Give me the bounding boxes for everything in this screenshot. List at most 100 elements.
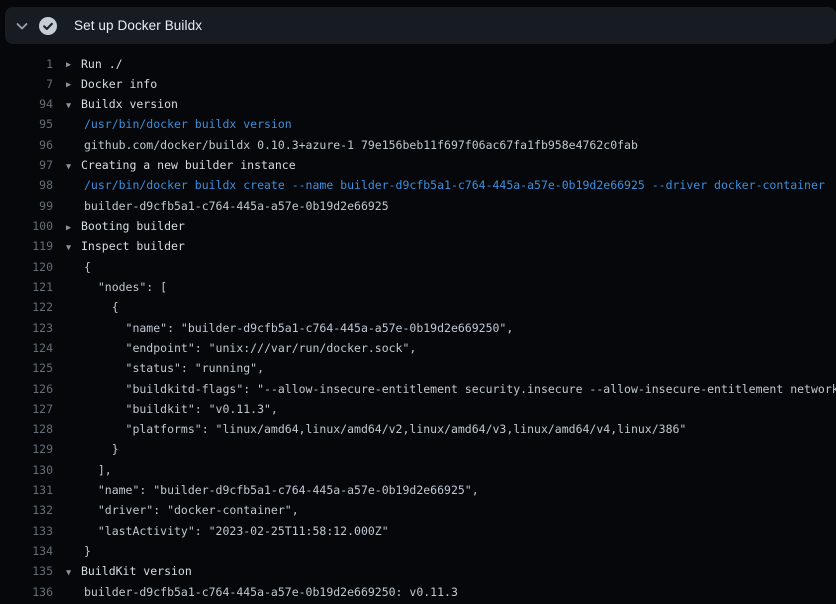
line-number[interactable]: 121 bbox=[0, 277, 53, 297]
line-number[interactable]: 127 bbox=[0, 399, 53, 419]
group-title: Inspect builder bbox=[81, 239, 185, 253]
caret-down-icon[interactable]: ▼ bbox=[66, 563, 81, 582]
chevron-down-icon[interactable] bbox=[5, 18, 39, 34]
line-number[interactable]: 120 bbox=[0, 257, 53, 277]
caret-down-icon[interactable]: ▼ bbox=[66, 96, 81, 115]
group-title: BuildKit version bbox=[81, 564, 192, 578]
log-text: } bbox=[66, 541, 836, 561]
group-title: Run ./ bbox=[81, 57, 123, 71]
log-line[interactable]: 100 ▶Booting builder bbox=[0, 216, 836, 236]
line-number[interactable]: 7 bbox=[0, 74, 53, 94]
caret-right-icon[interactable]: ▶ bbox=[66, 218, 81, 237]
command-text: /usr/bin/docker buildx create --name bui… bbox=[84, 178, 825, 192]
log-text: /usr/bin/docker buildx create --name bui… bbox=[66, 175, 836, 195]
line-number[interactable]: 96 bbox=[0, 135, 53, 155]
line-number[interactable]: 131 bbox=[0, 480, 53, 500]
line-number[interactable]: 130 bbox=[0, 460, 53, 480]
log-line: 136 builder-d9cfb5a1-c764-445a-a57e-0b19d… bbox=[0, 582, 836, 602]
line-number[interactable]: 128 bbox=[0, 419, 53, 439]
output-text: } bbox=[84, 442, 119, 456]
log-text: ], bbox=[66, 460, 836, 480]
log-group-toggle[interactable]: ▶Booting builder bbox=[66, 216, 836, 236]
log-group-toggle[interactable]: ▶Docker info bbox=[66, 74, 836, 94]
caret-down-icon[interactable]: ▼ bbox=[66, 157, 81, 176]
log-group-toggle[interactable]: ▼BuildKit version bbox=[66, 561, 836, 581]
log-text: "status": "running", bbox=[66, 358, 836, 378]
log-text: "driver": "docker-container", bbox=[66, 500, 836, 520]
output-text: ], bbox=[84, 463, 112, 477]
line-number[interactable]: 100 bbox=[0, 216, 53, 236]
line-number[interactable]: 119 bbox=[0, 236, 53, 256]
log-line: 132 "driver": "docker-container", bbox=[0, 500, 836, 520]
line-number[interactable]: 133 bbox=[0, 521, 53, 541]
output-text: github.com/docker/buildx 0.10.3+azure-1 … bbox=[84, 138, 638, 152]
line-number[interactable]: 135 bbox=[0, 561, 53, 581]
output-text: builder-d9cfb5a1-c764-445a-a57e-0b19d2e6… bbox=[84, 199, 389, 213]
chevron-down-icon-svg bbox=[14, 18, 30, 34]
log-text: "name": "builder-d9cfb5a1-c764-445a-a57e… bbox=[66, 480, 836, 500]
log-line[interactable]: 94 ▼Buildx version bbox=[0, 94, 836, 114]
output-text: "name": "builder-d9cfb5a1-c764-445a-a57e… bbox=[84, 483, 479, 497]
output-text: { bbox=[84, 260, 91, 274]
log-line: 96 github.com/docker/buildx 0.10.3+azure-… bbox=[0, 135, 836, 155]
log-line[interactable]: 119 ▼Inspect builder bbox=[0, 236, 836, 256]
line-number[interactable]: 97 bbox=[0, 155, 53, 175]
output-text: "name": "builder-d9cfb5a1-c764-445a-a57e… bbox=[84, 321, 513, 335]
group-title: Creating a new builder instance bbox=[81, 158, 296, 172]
output-text: "buildkitd-flags": "--allow-insecure-ent… bbox=[84, 382, 836, 396]
log-line: 120 { bbox=[0, 257, 836, 277]
line-number[interactable]: 95 bbox=[0, 114, 53, 134]
line-number[interactable]: 134 bbox=[0, 541, 53, 561]
step-header[interactable]: Set up Docker Buildx bbox=[5, 7, 836, 44]
line-number[interactable]: 98 bbox=[0, 175, 53, 195]
line-number[interactable]: 1 bbox=[0, 54, 53, 74]
log-group-toggle[interactable]: ▼Creating a new builder instance bbox=[66, 155, 836, 175]
line-number[interactable]: 126 bbox=[0, 379, 53, 399]
log-body: 1▶Run ./7▶Docker info94▼Buildx version95… bbox=[0, 44, 836, 604]
log-line: 129 } bbox=[0, 439, 836, 459]
log-text: "platforms": "linux/amd64,linux/amd64/v2… bbox=[66, 419, 836, 439]
log-text: "buildkit": "v0.11.3", bbox=[66, 399, 836, 419]
group-title: Buildx version bbox=[81, 97, 178, 111]
output-text: "platforms": "linux/amd64,linux/amd64/v2… bbox=[84, 422, 686, 436]
log-text: } bbox=[66, 439, 836, 459]
output-text: } bbox=[84, 544, 91, 558]
line-number[interactable]: 125 bbox=[0, 358, 53, 378]
log-line: 130 ], bbox=[0, 460, 836, 480]
line-number[interactable]: 136 bbox=[0, 582, 53, 602]
check-circle-icon bbox=[39, 17, 65, 35]
log-line: 121 "nodes": [ bbox=[0, 277, 836, 297]
log-line: 95/usr/bin/docker buildx version bbox=[0, 114, 836, 134]
log-group-toggle[interactable]: ▼Inspect builder bbox=[66, 236, 836, 256]
log-line: 128 "platforms": "linux/amd64,linux/amd6… bbox=[0, 419, 836, 439]
output-text: "endpoint": "unix:///var/run/docker.sock… bbox=[84, 341, 416, 355]
output-text: "buildkit": "v0.11.3", bbox=[84, 402, 278, 416]
line-number[interactable]: 123 bbox=[0, 318, 53, 338]
log-line: 127 "buildkit": "v0.11.3", bbox=[0, 399, 836, 419]
log-text: builder-d9cfb5a1-c764-445a-a57e-0b19d2e6… bbox=[66, 582, 836, 602]
caret-right-icon[interactable]: ▶ bbox=[66, 55, 81, 74]
log-group-toggle[interactable]: ▼Buildx version bbox=[66, 94, 836, 114]
log-text: "endpoint": "unix:///var/run/docker.sock… bbox=[66, 338, 836, 358]
caret-right-icon[interactable]: ▶ bbox=[66, 75, 81, 94]
line-number[interactable]: 124 bbox=[0, 338, 53, 358]
log-line[interactable]: 97 ▼Creating a new builder instance bbox=[0, 155, 836, 175]
line-number[interactable]: 132 bbox=[0, 500, 53, 520]
log-text: "nodes": [ bbox=[66, 277, 836, 297]
log-line[interactable]: 7 ▶Docker info bbox=[0, 74, 836, 94]
log-text: { bbox=[66, 297, 836, 317]
output-text: "nodes": [ bbox=[84, 280, 167, 294]
log-text: "buildkitd-flags": "--allow-insecure-ent… bbox=[66, 379, 836, 399]
line-number[interactable]: 129 bbox=[0, 439, 53, 459]
log-text: "name": "builder-d9cfb5a1-c764-445a-a57e… bbox=[66, 318, 836, 338]
log-line: 134} bbox=[0, 541, 836, 561]
line-number[interactable]: 94 bbox=[0, 94, 53, 114]
log-line[interactable]: 135 ▼BuildKit version bbox=[0, 561, 836, 581]
group-title: Booting builder bbox=[81, 219, 185, 233]
log-group-toggle[interactable]: ▶Run ./ bbox=[66, 54, 836, 74]
log-line: 131 "name": "builder-d9cfb5a1-c764-445a-… bbox=[0, 480, 836, 500]
caret-down-icon[interactable]: ▼ bbox=[66, 238, 81, 257]
line-number[interactable]: 122 bbox=[0, 297, 53, 317]
line-number[interactable]: 99 bbox=[0, 196, 53, 216]
log-line[interactable]: 1 ▶Run ./ bbox=[0, 54, 836, 74]
